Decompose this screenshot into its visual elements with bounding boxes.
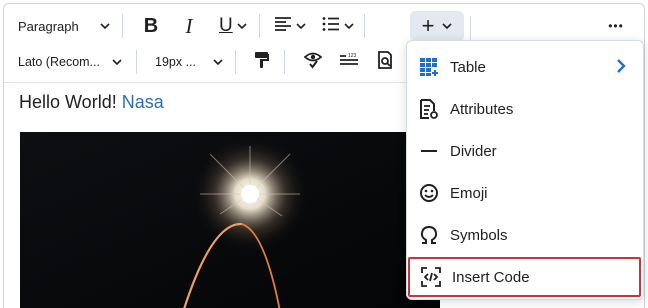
font-size-label: 19px ... [155, 55, 196, 69]
svg-text:123: 123 [348, 53, 357, 59]
insert-button[interactable]: + [410, 11, 464, 41]
font-family-label: Lato (Recom... [18, 55, 100, 69]
menu-item-label: Table [450, 58, 486, 76]
chevron-down-icon [442, 21, 452, 31]
menu-item-label: Attributes [450, 100, 514, 118]
more-icon: ••• [608, 19, 624, 33]
table-icon [418, 56, 440, 78]
chevron-down-icon [213, 57, 223, 67]
bulleted-list-icon [322, 16, 340, 37]
word-count-icon: 123 [339, 52, 359, 73]
preview-button[interactable] [371, 48, 399, 76]
menu-item-label: Symbols [450, 226, 508, 244]
accessibility-check-icon [303, 51, 323, 74]
embedded-image[interactable] [20, 132, 440, 308]
chevron-down-icon [100, 21, 110, 31]
menu-item-label: Insert Code [452, 268, 530, 286]
emoji-icon [418, 182, 440, 204]
toolbar-separator [470, 16, 471, 40]
block-format-label: Paragraph [18, 18, 79, 34]
insert-code-icon [420, 266, 442, 288]
italic-icon: I [185, 13, 193, 38]
accessibility-check-button[interactable] [299, 48, 327, 76]
chevron-down-icon [112, 57, 122, 67]
insert-menu: Table Attributes Divider Emoji Symbols I… [406, 40, 644, 300]
toolbar-separator [235, 50, 236, 74]
bold-icon: B [143, 14, 159, 37]
plus-icon: + [421, 13, 435, 38]
menu-item-emoji[interactable]: Emoji [408, 173, 642, 213]
chevron-right-icon [616, 58, 626, 79]
more-options-button[interactable]: ••• [602, 14, 630, 38]
font-family-select[interactable]: Lato (Recom... [12, 48, 128, 76]
underline-button[interactable]: U [215, 12, 251, 40]
list-button[interactable] [318, 12, 358, 40]
menu-item-label: Emoji [450, 184, 488, 202]
format-painter-icon [254, 51, 270, 74]
nasa-link[interactable]: Nasa [122, 92, 164, 112]
menu-item-divider[interactable]: Divider [408, 131, 642, 171]
block-format-select[interactable]: Paragraph [12, 12, 116, 40]
align-left-icon [274, 16, 292, 37]
chevron-down-icon [237, 21, 247, 31]
editor-paragraph[interactable]: Hello World! Nasa [19, 92, 164, 113]
toolbar-separator [136, 50, 137, 74]
format-painter-button[interactable] [248, 48, 276, 76]
menu-item-symbols[interactable]: Symbols [408, 215, 642, 255]
toolbar-separator [122, 14, 123, 38]
underline-icon: U [219, 15, 233, 36]
menu-item-table[interactable]: Table [408, 47, 642, 87]
align-button[interactable] [270, 12, 310, 40]
bold-button[interactable]: B [137, 12, 165, 40]
toolbar-separator [363, 14, 365, 38]
toolbar-row-1: Paragraph B I U [4, 10, 644, 42]
divider-icon [418, 140, 440, 162]
menu-item-attributes[interactable]: Attributes [408, 89, 642, 129]
symbols-icon [418, 224, 440, 246]
word-count-button[interactable]: 123 [335, 48, 363, 76]
attributes-icon [418, 98, 440, 120]
menu-item-insert-code[interactable]: Insert Code [408, 257, 641, 297]
toolbar-separator [284, 50, 285, 74]
menu-item-label: Divider [450, 142, 497, 160]
font-size-select[interactable]: 19px ... [149, 48, 229, 76]
rocket-launch-image [20, 132, 440, 308]
italic-button[interactable]: I [175, 12, 203, 40]
chevron-down-icon [296, 21, 306, 31]
chevron-down-icon [344, 21, 354, 31]
preview-icon [377, 50, 393, 74]
toolbar-separator [258, 14, 260, 38]
paragraph-text: Hello World! [19, 92, 117, 112]
